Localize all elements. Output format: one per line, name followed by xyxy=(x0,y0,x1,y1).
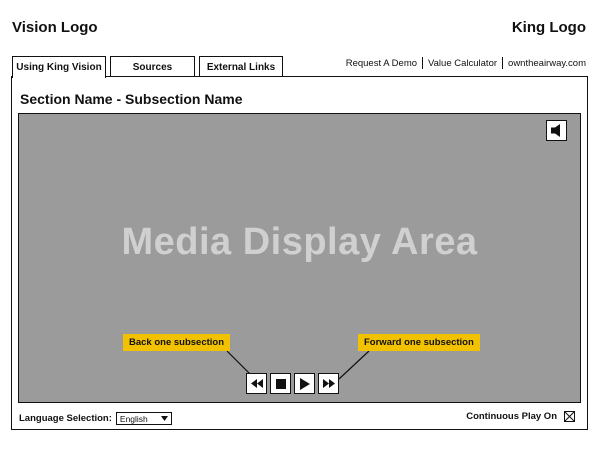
stop-button[interactable] xyxy=(270,373,291,394)
forward-subsection-button[interactable] xyxy=(318,373,339,394)
language-selection: Language Selection: English xyxy=(19,412,172,425)
request-demo-link[interactable]: Request A Demo xyxy=(346,58,417,69)
fast-forward-icon xyxy=(322,379,335,388)
media-display[interactable]: Media Display Area Back one subsection F… xyxy=(18,113,581,403)
checkmark-x-icon xyxy=(565,412,574,421)
rewind-icon xyxy=(250,379,263,388)
continuous-play-checkbox[interactable] xyxy=(564,411,575,422)
chevron-down-icon xyxy=(160,416,168,421)
back-subsection-button[interactable] xyxy=(246,373,267,394)
play-icon xyxy=(299,377,310,390)
forward-callout: Forward one subsection xyxy=(358,334,480,351)
section-title: Section Name - Subsection Name xyxy=(20,91,243,107)
content-panel: Section Name - Subsection Name Media Dis… xyxy=(11,76,588,430)
tab-bar: Using King Vision Sources External Links xyxy=(12,56,287,78)
continuous-play-label: Continuous Play On xyxy=(466,411,557,422)
top-links: Request A Demo Value Calculator owntheai… xyxy=(346,57,586,69)
stop-icon xyxy=(275,378,286,389)
vision-logo: Vision Logo xyxy=(12,19,98,36)
link-divider xyxy=(422,57,424,69)
king-logo: King Logo xyxy=(511,19,586,36)
callout-leader-lines xyxy=(226,350,370,380)
language-label: Language Selection: xyxy=(19,413,112,424)
value-calculator-link[interactable]: Value Calculator xyxy=(428,58,497,69)
tab-sources[interactable]: Sources xyxy=(110,56,195,77)
owntheairway-link[interactable]: owntheairway.com xyxy=(508,58,586,69)
play-button[interactable] xyxy=(294,373,315,394)
link-divider xyxy=(502,57,504,69)
back-callout: Back one subsection xyxy=(123,334,231,351)
playback-controls xyxy=(246,373,342,394)
continuous-play: Continuous Play On xyxy=(466,411,575,422)
language-dropdown[interactable]: English xyxy=(115,412,172,425)
tab-external-links[interactable]: External Links xyxy=(199,56,283,77)
tab-using-king-vision[interactable]: Using King Vision xyxy=(12,56,106,78)
language-value: English xyxy=(119,413,148,424)
